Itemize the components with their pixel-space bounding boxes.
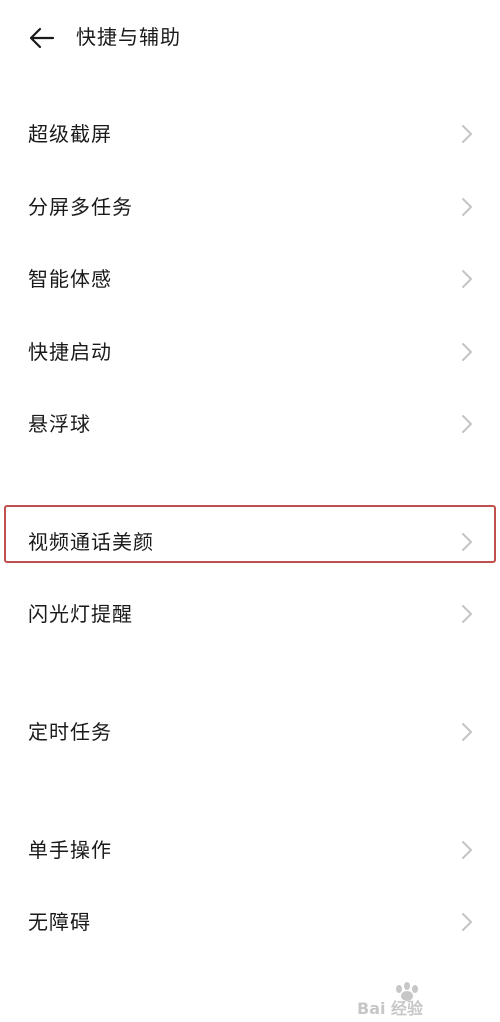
settings-item-label: 无障碍 — [28, 910, 91, 934]
settings-item-scheduled-tasks[interactable]: 定时任务 — [0, 700, 500, 764]
settings-item-flash-reminder[interactable]: 闪光灯提醒 — [0, 582, 500, 646]
watermark-text: Bai 经验 — [357, 999, 424, 1018]
chevron-right-icon — [462, 415, 472, 433]
settings-item-label: 快捷启动 — [28, 340, 112, 364]
chevron-right-icon — [462, 343, 472, 361]
chevron-right-icon — [462, 270, 472, 288]
settings-item-label: 智能体感 — [28, 267, 112, 291]
back-button[interactable] — [22, 18, 62, 58]
chevron-right-icon — [462, 125, 472, 143]
settings-item-super-screenshot[interactable]: 超级截屏 — [0, 102, 500, 166]
chevron-right-icon — [462, 913, 472, 931]
settings-item-video-call-beauty[interactable]: 视频通话美颜 — [0, 510, 500, 574]
settings-item-smart-motion[interactable]: 智能体感 — [0, 247, 500, 311]
app-header: 快捷与辅助 — [0, 0, 500, 72]
settings-item-split-screen[interactable]: 分屏多任务 — [0, 175, 500, 239]
settings-item-label: 分屏多任务 — [28, 195, 133, 219]
chevron-right-icon — [462, 533, 472, 551]
settings-item-label: 视频通话美颜 — [28, 530, 154, 554]
chevron-right-icon — [462, 198, 472, 216]
settings-item-one-hand-mode[interactable]: 单手操作 — [0, 818, 500, 882]
arrow-left-icon — [29, 27, 55, 49]
chevron-right-icon — [462, 605, 472, 623]
settings-item-label: 单手操作 — [28, 838, 112, 862]
settings-item-quick-launch[interactable]: 快捷启动 — [0, 320, 500, 384]
chevron-right-icon — [462, 723, 472, 741]
settings-item-floating-ball[interactable]: 悬浮球 — [0, 392, 500, 456]
settings-item-label: 超级截屏 — [28, 122, 112, 146]
settings-item-label: 闪光灯提醒 — [28, 602, 133, 626]
settings-item-label: 定时任务 — [28, 720, 112, 744]
settings-item-accessibility[interactable]: 无障碍 — [0, 890, 500, 954]
settings-item-label: 悬浮球 — [28, 412, 91, 436]
page-title: 快捷与辅助 — [76, 25, 181, 49]
chevron-right-icon — [462, 841, 472, 859]
baidu-watermark-logo: Bai 经验 — [357, 982, 424, 1018]
